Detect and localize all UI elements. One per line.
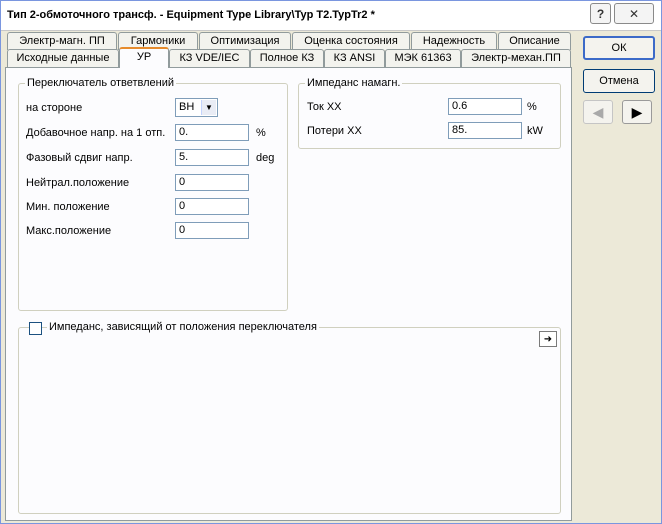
previous-button[interactable]: ◀ — [583, 100, 613, 124]
no-load-losses-unit: kW — [527, 125, 543, 137]
min-position-field[interactable]: 0 — [175, 198, 249, 215]
max-position-field[interactable]: 0 — [175, 222, 249, 239]
chevron-down-icon[interactable]: ▼ — [201, 100, 216, 115]
neutral-position-field[interactable]: 0 — [175, 174, 249, 191]
tab-iec-61363[interactable]: МЭК 61363 — [385, 49, 461, 67]
add-voltage-label: Добавочное напр. на 1 отп. — [26, 127, 166, 139]
arrow-right-icon[interactable]: ➜ — [539, 331, 557, 347]
window-title: Тип 2-обмоточного трансф. - Equipment Ty… — [7, 9, 375, 21]
phase-shift-label: Фазовый сдвиг напр. — [26, 152, 133, 164]
max-position-label: Макс.положение — [26, 225, 112, 237]
tap-dependent-checkbox[interactable] — [29, 322, 42, 335]
tab-load-flow[interactable]: УР — [119, 47, 169, 68]
phase-shift-field[interactable]: 5. — [175, 149, 249, 166]
neutral-position-label: Нейтрал.положение — [26, 177, 130, 189]
add-voltage-field[interactable]: 0. — [175, 124, 249, 141]
tab-sc-vde-iec[interactable]: КЗ VDE/IEC — [169, 49, 250, 67]
tap-changer-group: Переключатель ответвлений на стороне ВН … — [18, 77, 288, 311]
magnetizing-title: Импеданс намагн. — [305, 77, 403, 89]
tab-complete-sc[interactable]: Полное КЗ — [250, 49, 324, 67]
tab-description[interactable]: Описание — [498, 32, 571, 50]
tab-rms-simulation[interactable]: Электр-механ.ПП — [461, 49, 571, 67]
cancel-button[interactable]: Отмена — [583, 69, 655, 93]
tab-sc-ansi[interactable]: КЗ ANSI — [324, 49, 385, 67]
phase-shift-unit: deg — [256, 152, 275, 164]
no-load-losses-field[interactable]: 85. — [448, 122, 522, 139]
side-label: на стороне — [26, 102, 83, 114]
no-load-current-unit: % — [527, 101, 537, 113]
magnetizing-impedance-group: Импеданс намагн. Ток ХХ 0.6 % Потери ХХ … — [298, 77, 561, 149]
side-select-value: ВН — [179, 101, 195, 113]
tab-basic-data[interactable]: Исходные данные — [7, 49, 119, 67]
no-load-losses-label: Потери ХХ — [307, 125, 362, 137]
next-button[interactable]: ▶ — [622, 100, 652, 124]
min-position-label: Мин. положение — [26, 201, 110, 213]
close-button[interactable]: ✕ — [614, 3, 654, 24]
tab-em-transients[interactable]: Электр-магн. ПП — [7, 32, 117, 50]
tab-panel-load-flow: Переключатель ответвлений на стороне ВН … — [5, 67, 572, 521]
help-button[interactable]: ? — [590, 3, 611, 24]
no-load-current-field[interactable]: 0.6 — [448, 98, 522, 115]
title-bar[interactable]: Тип 2-обмоточного трансф. - Equipment Ty… — [1, 1, 661, 31]
ok-button[interactable]: ОК — [583, 36, 655, 60]
tab-reliability[interactable]: Надежность — [411, 32, 497, 50]
add-voltage-unit: % — [256, 127, 266, 139]
tab-optimization[interactable]: Оптимизация — [199, 32, 291, 50]
tap-changer-title: Переключатель ответвлений — [25, 77, 177, 89]
tab-state-estimation[interactable]: Оценка состояния — [292, 32, 410, 50]
side-select[interactable]: ВН ▼ — [175, 98, 218, 117]
tap-dependent-impedance-group: Импеданс, зависящий от положения переклю… — [18, 321, 561, 514]
tap-dependent-label: Импеданс, зависящий от положения переклю… — [47, 321, 319, 333]
dialog-window: Тип 2-обмоточного трансф. - Equipment Ty… — [0, 0, 662, 524]
no-load-current-label: Ток ХХ — [307, 101, 342, 113]
